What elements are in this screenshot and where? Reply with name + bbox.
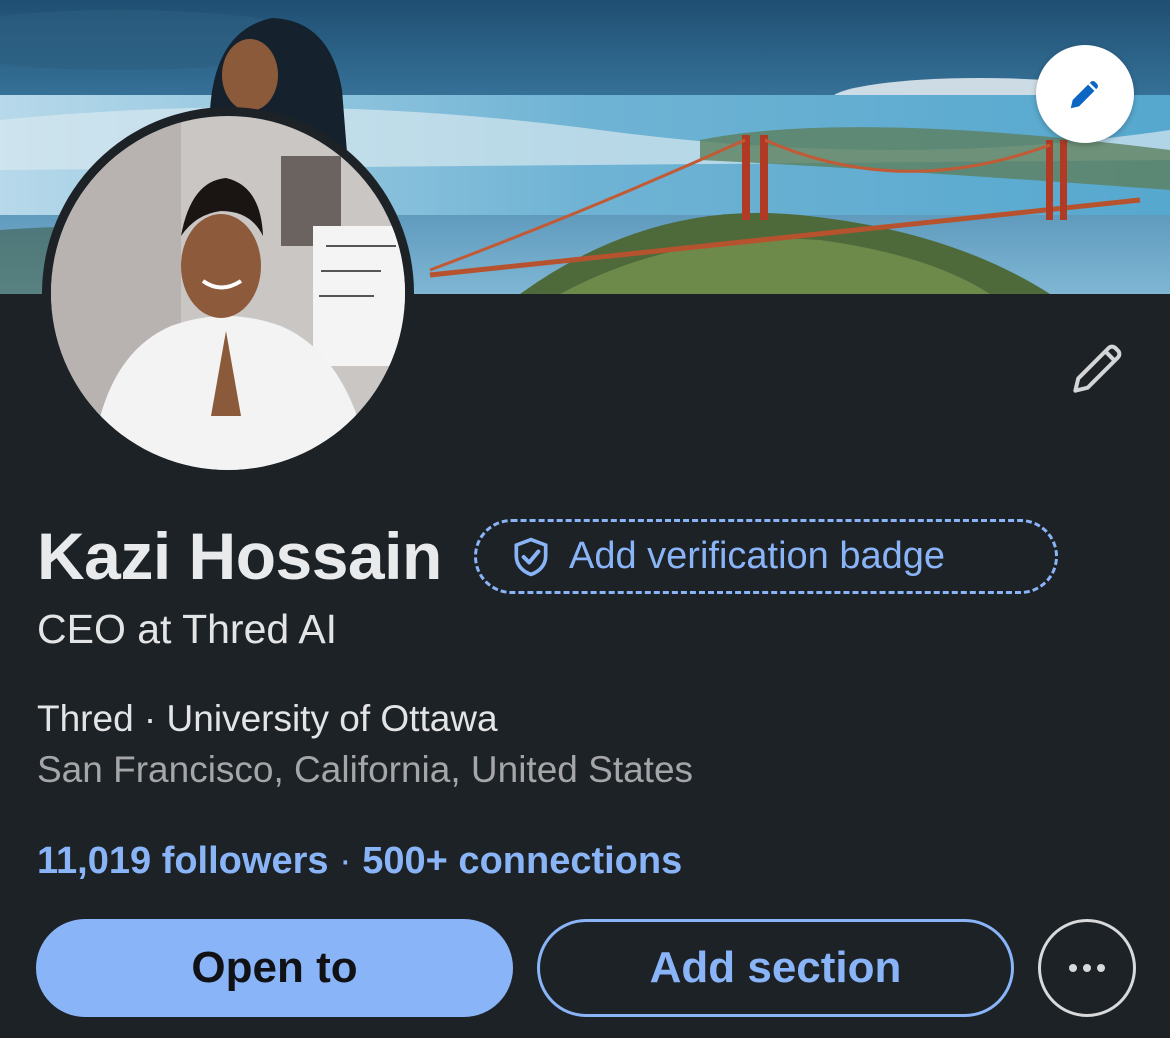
followers-link[interactable]: 11,019 followers <box>37 840 329 882</box>
profile-headline: CEO at Thred AI <box>37 606 338 652</box>
add-verification-badge-button[interactable]: Add verification badge <box>474 519 1058 594</box>
ellipsis-icon <box>1069 964 1105 972</box>
verification-badge-label: Add verification badge <box>569 535 946 577</box>
education-separator: · <box>133 698 167 739</box>
edit-intro-button[interactable] <box>1060 330 1136 406</box>
company-link[interactable]: Thred <box>37 698 134 739</box>
shield-check-icon <box>514 537 548 576</box>
open-to-label: Open to <box>191 943 358 992</box>
edit-cover-button[interactable] <box>1036 45 1134 143</box>
network-separator: · <box>328 840 363 882</box>
open-to-button[interactable]: Open to <box>36 919 513 1017</box>
avatar-image <box>51 116 405 470</box>
school-link[interactable]: University of Ottawa <box>167 698 498 739</box>
profile-name: Kazi Hossain <box>37 519 442 593</box>
connections-link[interactable]: 500+ connections <box>362 840 682 882</box>
network-stats: 11,019 followers · 500+ connections <box>37 840 682 883</box>
profile-photo[interactable] <box>42 107 414 479</box>
add-section-label: Add section <box>649 943 902 992</box>
pencil-icon <box>1070 81 1098 109</box>
profile-location: San Francisco, California, United States <box>37 749 694 790</box>
more-actions-button[interactable] <box>1038 919 1136 1017</box>
add-section-button[interactable]: Add section <box>537 919 1014 1017</box>
company-education: Thred · University of Ottawa <box>37 698 498 740</box>
pencil-outline-icon <box>1073 344 1122 393</box>
